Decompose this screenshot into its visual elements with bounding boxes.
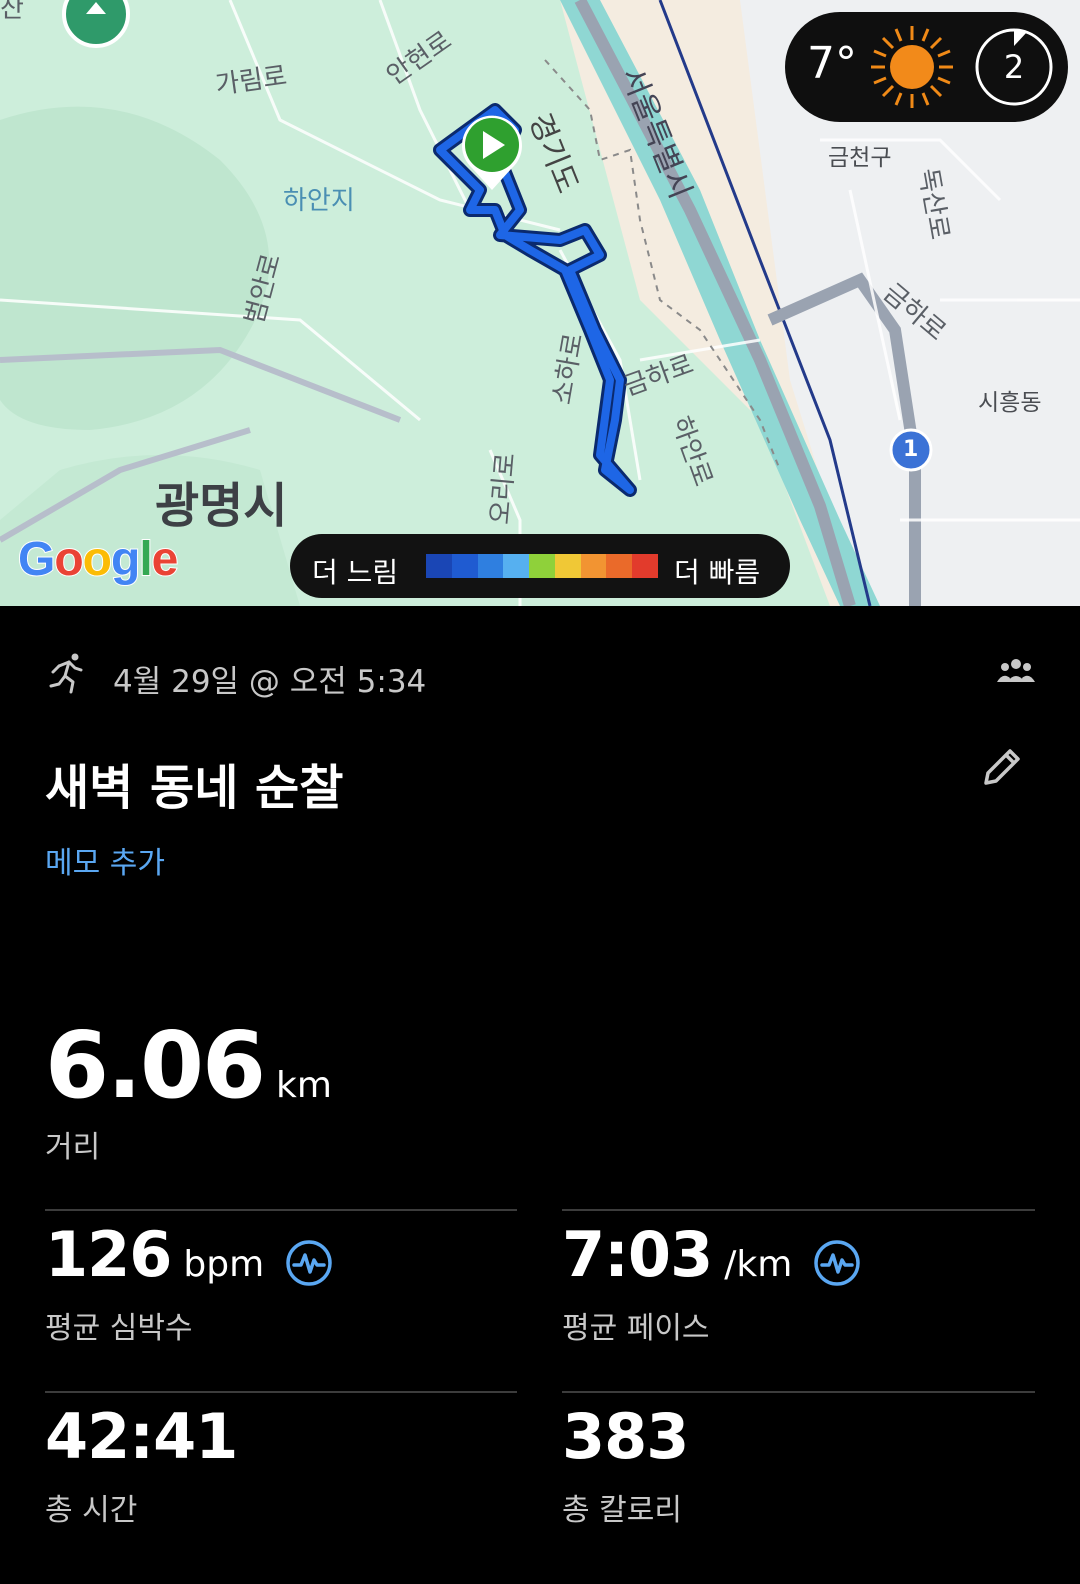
speed-legend-fast: 더 빠름 [674,556,761,589]
speed-color-swatch [580,554,607,578]
activity-datetime: 4월 29일 @ 오전 5:34 [113,664,427,700]
edit-pencil-icon[interactable] [980,745,1024,793]
map-label-siheung-dong: 시흥동 [978,390,1042,416]
divider [45,1391,517,1393]
distance-label: 거리 [45,1130,101,1165]
google-logo: Google [17,532,179,587]
map-label-ori-ro: 오리로 [485,451,522,526]
divider [562,1209,1035,1211]
speed-color-swatch [529,554,555,578]
speed-color-swatch [632,554,659,578]
pace-stat[interactable]: 7:03/km [562,1218,861,1291]
pace-label: 평균 페이스 [562,1311,710,1346]
calories-label: 총 칼로리 [562,1493,682,1528]
divider [45,1209,517,1211]
speed-legend-slow: 더 느림 [312,556,399,589]
distance-stat: 6.06 km [45,1012,332,1119]
pace-unit: /km [724,1244,793,1285]
route-map[interactable]: 산 가림로 안현로 하안지 경기도 서울특별시 금천구 독산로 금하로 범안로 … [0,0,1080,606]
distance-unit: km [276,1065,332,1106]
weather-temperature: 7° [807,38,857,89]
speed-legend: 더 느림 더 빠름 [290,534,790,598]
pace-value: 7:03 [562,1218,713,1291]
route-badge: 1 [903,437,919,462]
heart-rate-label: 평균 심박수 [45,1311,193,1346]
activity-meta-row: 4월 29일 @ 오전 5:34 [45,650,1035,700]
calories-stat: 383 [562,1400,689,1473]
speed-color-swatch [554,554,581,578]
map-label-hanji: 하안지 [283,186,355,216]
duration-label: 총 시간 [45,1493,138,1528]
speed-color-swatch [606,554,633,578]
heart-rate-value: 126 [45,1218,172,1291]
uv-value: 2 [1003,48,1025,86]
distance-value: 6.06 [45,1012,266,1119]
speed-color-swatch [426,554,452,578]
activity-title: 새벽 동네 순찰 [45,760,344,816]
calories-value: 383 [562,1400,689,1473]
divider [562,1391,1035,1393]
sun-icon [867,22,957,116]
weather-widget[interactable]: 7° 2 [785,12,1068,122]
running-icon [45,650,89,698]
add-memo-link[interactable]: 메모 추가 [45,838,165,882]
heart-rate-chart-icon[interactable] [285,1239,333,1291]
heart-rate-unit: bpm [183,1244,265,1285]
speed-color-bar [426,554,659,578]
group-icon[interactable] [997,658,1035,688]
map-label-geumcheon-gu: 금천구 [828,145,892,171]
pace-chart-icon[interactable] [813,1239,861,1291]
duration-value: 42:41 [45,1400,238,1473]
speed-color-swatch [477,554,504,578]
speed-color-swatch [451,554,478,578]
heart-rate-stat[interactable]: 126 bpm [45,1218,333,1291]
map-label-gwangmyeong: 광명시 [155,478,288,534]
speed-color-swatch [503,554,530,578]
map-label-top: 산 [0,0,24,24]
park-marker-icon [62,0,130,48]
duration-stat: 42:41 [45,1400,238,1473]
